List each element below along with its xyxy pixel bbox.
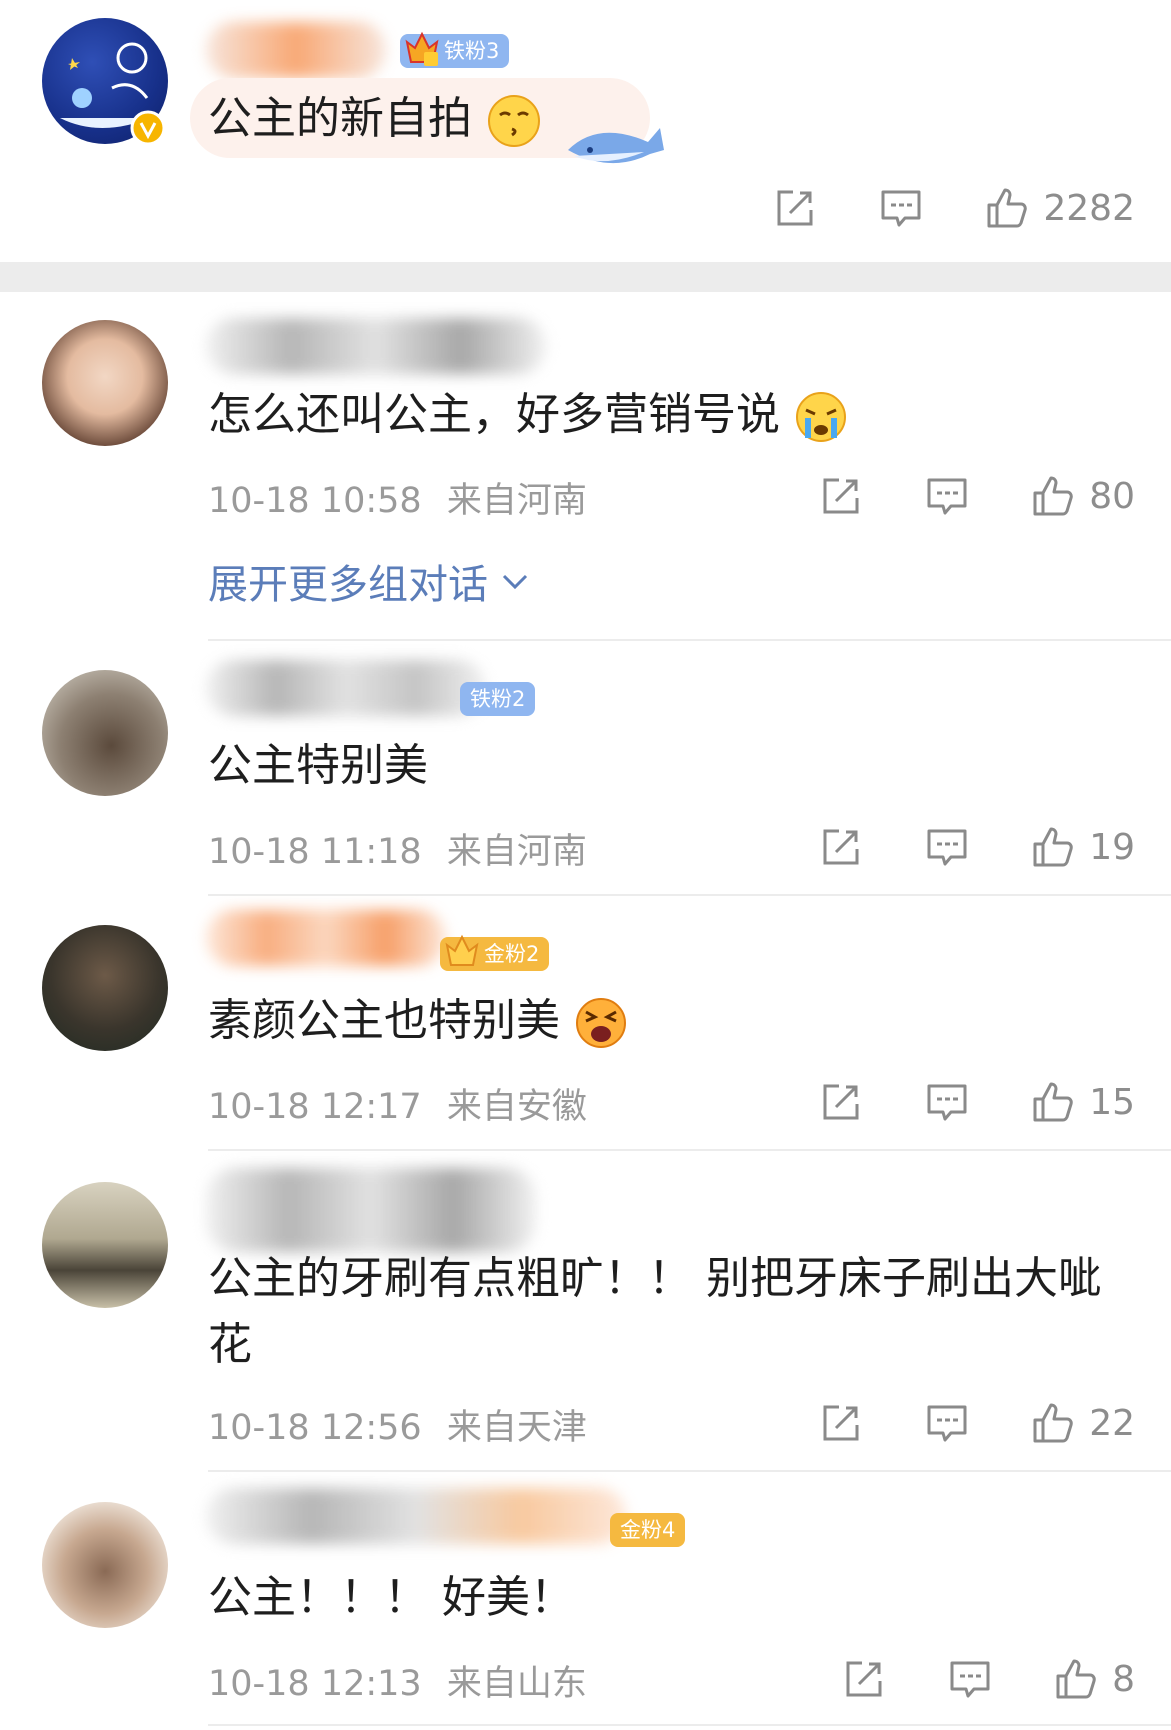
like-icon bbox=[985, 186, 1029, 230]
divider bbox=[208, 639, 1171, 641]
expand-label: 展开更多组对话 bbox=[208, 562, 488, 608]
fan-badge[interactable]: 金粉2 bbox=[440, 934, 550, 971]
comment-icon[interactable] bbox=[879, 186, 923, 230]
share-icon[interactable] bbox=[773, 186, 817, 230]
comment-icon[interactable] bbox=[925, 1080, 969, 1124]
shocked-emoji-icon bbox=[576, 998, 626, 1048]
comment-icon[interactable] bbox=[925, 1401, 969, 1445]
comment-location: 来自河南 bbox=[446, 481, 587, 521]
comment-text: 素颜公主也特别美 bbox=[208, 988, 628, 1054]
comment-icon[interactable] bbox=[925, 825, 969, 869]
kiss-emoji-icon bbox=[488, 95, 540, 147]
avatar[interactable] bbox=[42, 1502, 168, 1628]
comment-time: 10-18 12:56 bbox=[208, 1408, 422, 1448]
share-icon[interactable] bbox=[819, 825, 863, 869]
crown-icon bbox=[405, 31, 439, 66]
share-icon[interactable] bbox=[819, 1401, 863, 1445]
comment-actions: 15 bbox=[819, 1074, 1135, 1130]
username-redacted[interactable] bbox=[206, 910, 446, 966]
divider bbox=[208, 1149, 1171, 1151]
divider bbox=[208, 1470, 1171, 1472]
comment-text: 公主的牙刷有点粗旷！！ 别把牙床子刷出大呲 bbox=[208, 1253, 1102, 1304]
post-text: 公主的新自拍 bbox=[208, 86, 542, 152]
avatar[interactable] bbox=[42, 670, 168, 796]
badge-label: 铁粉3 bbox=[444, 39, 500, 63]
crying-emoji-icon bbox=[796, 392, 846, 442]
comment-location: 来自山东 bbox=[446, 1664, 587, 1704]
comment-actions: 8 bbox=[842, 1651, 1135, 1707]
like-button[interactable]: 15 bbox=[1031, 1080, 1135, 1124]
divider bbox=[208, 1724, 1171, 1726]
expand-conversation-link[interactable]: 展开更多组对话 bbox=[208, 552, 532, 610]
comment-text: 公主特别美 bbox=[208, 740, 428, 791]
like-icon bbox=[1031, 825, 1075, 869]
avatar[interactable] bbox=[42, 925, 168, 1051]
comment-text: 怎么还叫公主，好多营销号说 bbox=[208, 382, 848, 448]
divider bbox=[208, 894, 1171, 896]
like-button[interactable]: 22 bbox=[1031, 1401, 1135, 1445]
fan-badge[interactable]: 金粉4 bbox=[610, 1513, 686, 1547]
comment-meta: 10-18 11:18 来自河南 bbox=[208, 823, 587, 874]
like-count: 19 bbox=[1089, 826, 1135, 868]
share-icon[interactable] bbox=[819, 474, 863, 518]
comment-icon[interactable] bbox=[948, 1657, 992, 1701]
fan-badge[interactable]: 铁粉3 bbox=[400, 31, 510, 68]
share-icon[interactable] bbox=[842, 1657, 886, 1701]
like-count: 15 bbox=[1089, 1081, 1135, 1123]
badge-label: 金粉2 bbox=[484, 942, 540, 966]
whale-decoration-icon bbox=[568, 128, 664, 164]
like-button[interactable]: 2282 bbox=[985, 186, 1135, 230]
username-redacted[interactable] bbox=[206, 1168, 536, 1252]
comment-location: 来自天津 bbox=[446, 1408, 587, 1448]
section-separator bbox=[0, 262, 1171, 292]
badge-label: 金粉4 bbox=[620, 1518, 676, 1542]
like-icon bbox=[1031, 1080, 1075, 1124]
chevron-down-icon bbox=[502, 574, 528, 590]
like-count: 8 bbox=[1112, 1658, 1135, 1700]
avatar[interactable] bbox=[42, 1182, 168, 1308]
username-redacted[interactable] bbox=[206, 22, 386, 78]
comment-meta: 10-18 12:56 来自天津 bbox=[208, 1399, 587, 1450]
comment-actions: 80 bbox=[819, 468, 1135, 524]
comment-icon[interactable] bbox=[925, 474, 969, 518]
comment-meta: 10-18 12:13 来自山东 bbox=[208, 1655, 587, 1706]
like-button[interactable]: 19 bbox=[1031, 825, 1135, 869]
username-redacted[interactable] bbox=[206, 1488, 626, 1544]
comment-actions: 22 bbox=[819, 1395, 1135, 1451]
like-count: 80 bbox=[1089, 475, 1135, 517]
comment-text-continued: 花 bbox=[208, 1319, 252, 1370]
fan-badge[interactable]: 铁粉2 bbox=[460, 682, 536, 716]
like-icon bbox=[1054, 1657, 1098, 1701]
comment-time: 10-18 11:18 bbox=[208, 832, 422, 872]
comment-location: 来自河南 bbox=[446, 832, 587, 872]
comment-location: 来自安徽 bbox=[446, 1087, 587, 1127]
like-count: 2282 bbox=[1043, 187, 1135, 229]
comment-text: 公主！！！ 好美！ bbox=[208, 1572, 574, 1623]
badge-label: 铁粉2 bbox=[470, 687, 526, 711]
comment-time: 10-18 12:17 bbox=[208, 1087, 422, 1127]
avatar[interactable] bbox=[42, 320, 168, 446]
like-icon bbox=[1031, 474, 1075, 518]
like-button[interactable]: 80 bbox=[1031, 474, 1135, 518]
comment-time: 10-18 10:58 bbox=[208, 481, 422, 521]
like-icon bbox=[1031, 1401, 1075, 1445]
like-count: 22 bbox=[1089, 1402, 1135, 1444]
comment-time: 10-18 12:13 bbox=[208, 1664, 422, 1704]
comment-meta: 10-18 12:17 来自安徽 bbox=[208, 1078, 587, 1129]
username-redacted[interactable] bbox=[206, 318, 546, 374]
share-icon[interactable] bbox=[819, 1080, 863, 1124]
comment-actions: 19 bbox=[819, 819, 1135, 875]
verified-icon bbox=[130, 110, 166, 146]
username-redacted[interactable] bbox=[206, 660, 486, 716]
post-actions: 2282 bbox=[773, 180, 1135, 236]
crown-icon bbox=[445, 934, 479, 966]
comment-meta: 10-18 10:58 来自河南 bbox=[208, 472, 587, 523]
like-button[interactable]: 8 bbox=[1054, 1657, 1135, 1701]
